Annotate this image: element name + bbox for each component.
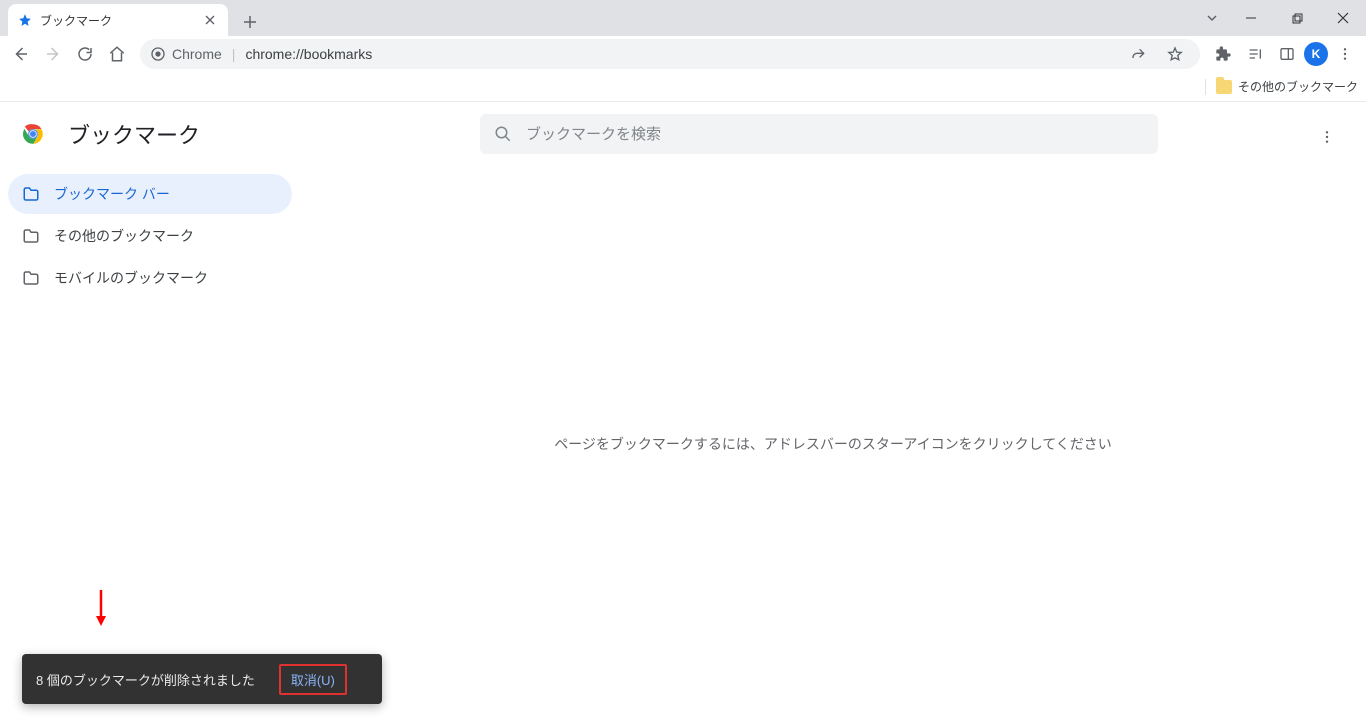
window-maximize-button[interactable]: [1274, 0, 1320, 36]
side-panel-icon[interactable]: [1272, 39, 1302, 69]
window-minimize-button[interactable]: [1228, 0, 1274, 36]
close-icon[interactable]: [202, 12, 218, 28]
reload-button[interactable]: [70, 39, 100, 69]
omnibox-url: chrome://bookmarks: [245, 46, 372, 62]
window-close-button[interactable]: [1320, 0, 1366, 36]
undo-toast: 8 個のブックマークが削除されました 取消(U): [22, 654, 382, 704]
bookmarks-bar: その他のブックマーク: [0, 72, 1366, 102]
sidebar: ブックマーク バー その他のブックマーク モバイルのブックマーク: [0, 170, 300, 728]
window-controls: [1196, 0, 1366, 36]
sidebar-item-label: ブックマーク バー: [54, 184, 170, 204]
page-title: ブックマーク: [68, 118, 200, 150]
content-area: ページをブックマークするには、アドレスバーのスターアイコンをクリックしてください: [300, 102, 1366, 728]
other-bookmarks-chip[interactable]: その他のブックマーク: [1216, 78, 1358, 95]
reading-list-icon[interactable]: [1240, 39, 1270, 69]
sidebar-item-bookmark-bar[interactable]: ブックマーク バー: [8, 174, 292, 214]
sidebar-item-label: その他のブックマーク: [54, 226, 194, 246]
browser-tab[interactable]: ブックマーク: [8, 4, 228, 36]
bookmark-star-icon[interactable]: [1160, 39, 1190, 69]
extensions-icon[interactable]: [1208, 39, 1238, 69]
browser-menu-icon[interactable]: [1330, 39, 1360, 69]
nav-back-button[interactable]: [6, 39, 36, 69]
omnibox[interactable]: Chrome | chrome://bookmarks: [140, 39, 1200, 69]
omnibox-origin: Chrome: [172, 46, 222, 62]
browser-toolbar: Chrome | chrome://bookmarks K: [0, 36, 1366, 72]
profile-avatar[interactable]: K: [1304, 42, 1328, 66]
folder-icon: [22, 185, 40, 203]
site-identity-icon: [150, 46, 166, 62]
undo-button[interactable]: 取消(U): [279, 664, 347, 695]
tab-search-button[interactable]: [1196, 0, 1228, 36]
share-icon[interactable]: [1124, 39, 1154, 69]
nav-forward-button[interactable]: [38, 39, 68, 69]
home-button[interactable]: [102, 39, 132, 69]
toast-message: 8 個のブックマークが削除されました: [36, 670, 255, 689]
browser-titlebar: ブックマーク: [0, 0, 1366, 36]
empty-state-hint: ページをブックマークするには、アドレスバーのスターアイコンをクリックしてください: [300, 434, 1366, 454]
tab-title: ブックマーク: [40, 12, 112, 29]
sidebar-item-other-bookmarks[interactable]: その他のブックマーク: [8, 216, 292, 256]
chrome-logo-icon: [20, 121, 46, 147]
star-icon: [18, 13, 40, 27]
sidebar-item-label: モバイルのブックマーク: [54, 268, 208, 288]
folder-icon: [22, 269, 40, 287]
folder-icon: [1216, 80, 1232, 94]
new-tab-button[interactable]: [236, 8, 264, 36]
sidebar-item-mobile-bookmarks[interactable]: モバイルのブックマーク: [8, 258, 292, 298]
folder-icon: [22, 227, 40, 245]
bookmarks-page: ブックマーク ブックマーク バー その他のブックマーク モバイルのブックマーク: [0, 102, 1366, 728]
